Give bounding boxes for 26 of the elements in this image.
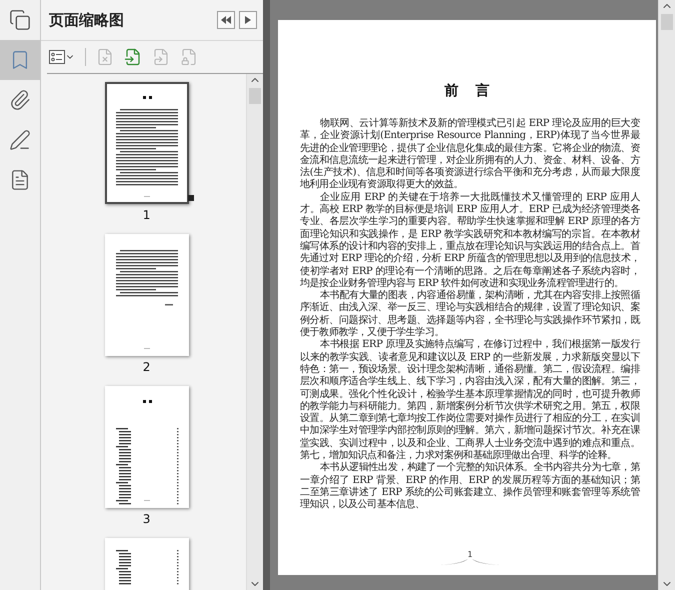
- scrollbar[interactable]: [658, 0, 675, 590]
- paperclip-icon[interactable]: [9, 89, 31, 111]
- paragraph: 本书从逻辑性出发，构建了一个完整的知识体系。全书内容共分为七章，第一章介绍了 ERP 背景、ERP 的作用、ERP 的发展历程等方面的基础知识；第二至第三章讲述了 ERP 系统的公司账套建立、操作员管理和账套管理等系统管理知识，以及公司基本信息、: [300, 462, 640, 512]
- double-triangle-left-icon: [221, 16, 232, 24]
- paragraph: 企业应用 ERP 的关键在于培养一大批既懂技术又懂管理的 ERP 应用人才。高校 ERP 教学的目标便是培训 ERP 应用人才。ERP 已成为经济管理类各专业、各层次学生学习的重要内容。帮助学生快速掌握和理解 ERP 原理的各方面理论知识和实践操作，是 ERP 教学实践研究和本教材编写的宗旨。在本教材编写体系的设计和内容的安排上，重点放在理论知识与实践运用的结合点上。首先通过对 ERP 理论的介绍，分析 ERP 所蕴含的管理思想以及用到的信息技术，使初学者对 ERP 的理论有一个清晰的思路。之后在每章阐述各子系统内容时，均是按企业财务管理内容与 ERP 软件如何改进和实现业务流程管理进行的。: [300, 192, 640, 290]
- paragraph: 本书根据 ERP 原理及实施特点编写，在修订过程中，我们根据第一版发行以来的教学实践、读者意见和建议以及 ERP 的一些新发展，力求新版突显以下特色：第一，预设场景。设计理念架构清晰，通俗易懂。第二，假设流程。编排层次和顺序适合学生线上、线下学习，内容由浅入深，配有大量的图解。第三，可测成果。强化个性化设计，检验学生基本原理掌握情况的同时，也可提升教师的教学能力与科研能力。第四，新增案例分析节次供学术研究之用。第五，权限设置。从第二章到第七章均按工作岗位需要对操作员进行了相应的分工，在实训中加深学生对管理学内部控制原则的理解。第六，新增问题探讨节次。补充在课堂实践、实训过程中，以及和企业、工商界人士业务交流中遇到的难点和重点。第七，增加知识点和备注，力求对案例和基础原理做出合理、科学的诠释。: [300, 339, 640, 462]
- page-number: 1: [467, 550, 473, 559]
- page-heading: 前 言: [444, 82, 496, 100]
- page-number-label: 3: [142, 512, 150, 526]
- page-number-label: 1: [142, 208, 150, 222]
- scrollbar[interactable]: [246, 74, 264, 590]
- scroll-thumb[interactable]: [661, 14, 673, 30]
- pages-icon[interactable]: [9, 9, 31, 31]
- paragraph: 本书配有大量的图表，内容通俗易懂，架构清晰，尤其在内容安排上按照循序渐近、由浅入深、举一反三、理论与实践相结合的规律，设置了理论知识、案例分析、问题探讨、思考题、选择题等内容，全书理论与实践操作环节紧扣，既便于教师教学，又便于学生学习。: [300, 290, 640, 338]
- document-icon[interactable]: [9, 169, 31, 191]
- expand-button[interactable]: [239, 11, 258, 29]
- page-number-label: 2: [142, 360, 150, 374]
- signature-icon[interactable]: [9, 129, 31, 151]
- collapse-button[interactable]: [217, 11, 236, 29]
- triangle-right-icon: [245, 16, 252, 24]
- insert-page-icon[interactable]: [124, 48, 142, 66]
- scroll-thumb[interactable]: [249, 88, 262, 104]
- panel-title: 页面缩略图: [49, 10, 125, 30]
- options-menu-icon[interactable]: [49, 50, 75, 64]
- paragraph: 物联网、云计算等新技术及新的管理模式已引起 ERP 理论及应用的巨大变革，企业资源计划(Enterprise Resource Planning，ERP)体现了当今世界最先进的企业管理理论，提供了企业信息化集成的最佳方案。它将企业的物流、资金流和信息流统一起来进行管理，对企业所拥有的人力、资金、材料、设备、方法(生产技术)、信息和时间等各项资源进行综合平衡和充分考虑，从而最大限度地利用企业现有资源取得更大的效益。: [300, 118, 640, 192]
- page-thumbnail[interactable]: [104, 82, 189, 204]
